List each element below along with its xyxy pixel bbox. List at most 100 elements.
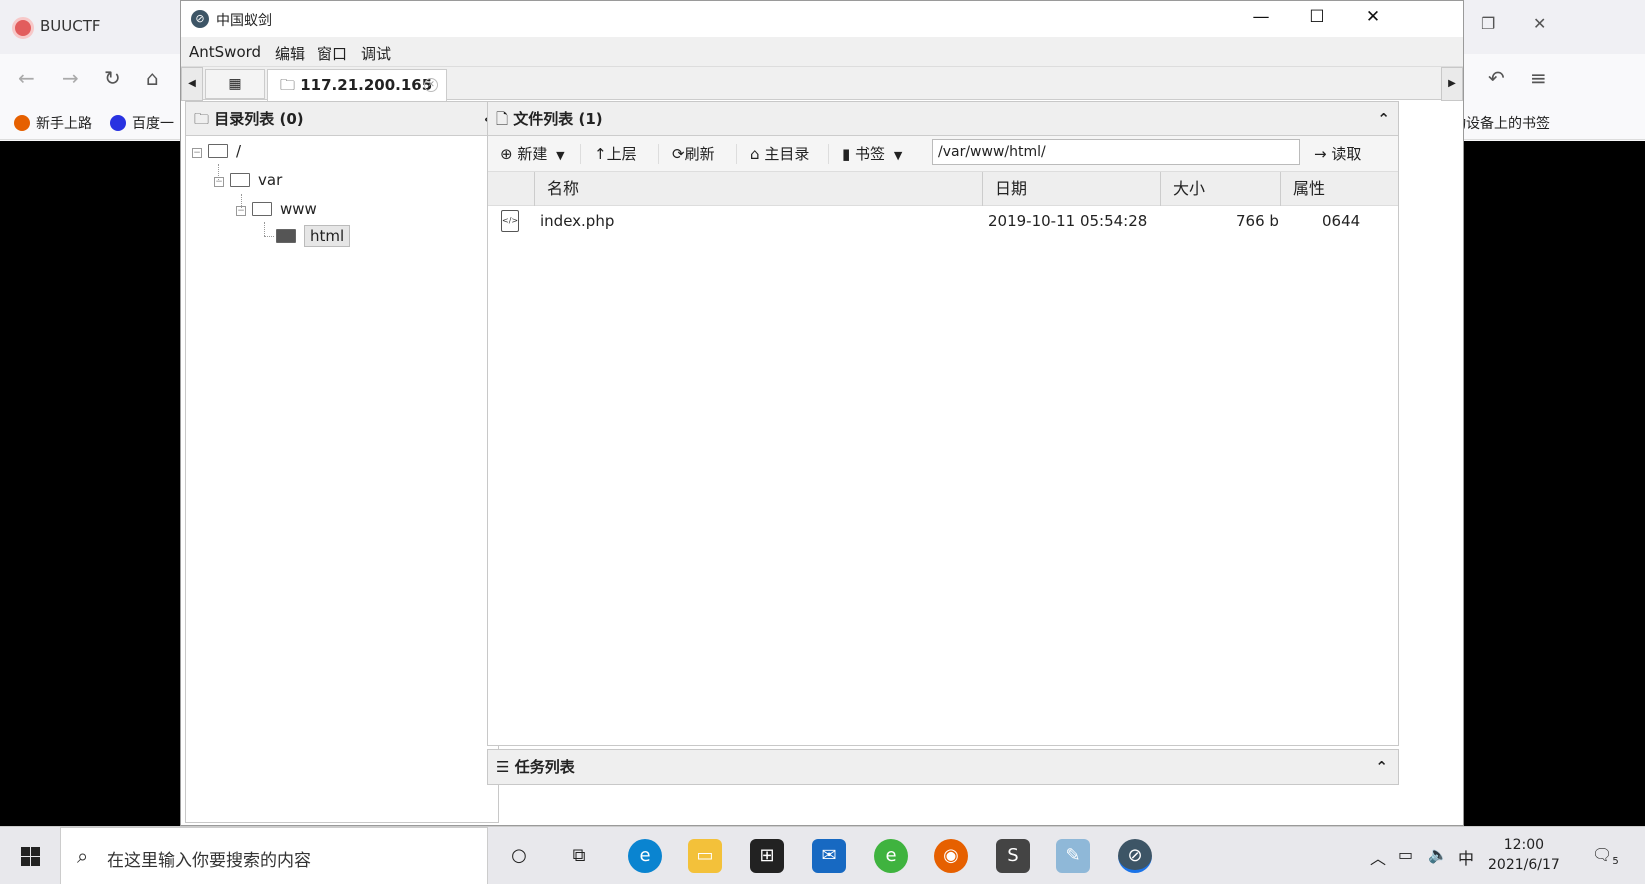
plus-circle-icon: ⊕ bbox=[500, 145, 513, 163]
maximize-button[interactable]: ☐ bbox=[1297, 7, 1337, 31]
search-icon: ⌕ bbox=[77, 844, 89, 868]
expand-up-icon[interactable]: ⌃ bbox=[1375, 750, 1388, 784]
home-dir-button[interactable]: ⌂ 主目录 bbox=[750, 143, 809, 164]
reload-icon[interactable]: ↻ bbox=[104, 66, 121, 90]
tree-node-label: www bbox=[280, 200, 317, 218]
refresh-button[interactable]: ⟳刷新 bbox=[672, 143, 715, 164]
menu-window[interactable]: 窗口 bbox=[317, 43, 347, 64]
file-icon: 🗋 bbox=[496, 110, 509, 128]
clock-time: 12:00 bbox=[1503, 837, 1545, 853]
collapse-node-icon[interactable]: − bbox=[192, 148, 202, 158]
folder-open-icon bbox=[276, 229, 296, 243]
tree-node-root[interactable]: − / bbox=[192, 142, 241, 160]
volume-icon[interactable]: 🔈 bbox=[1428, 845, 1448, 864]
bookmark-baidu[interactable]: 百度一 bbox=[110, 113, 174, 133]
home-dir-label: 主目录 bbox=[764, 145, 810, 163]
folder-icon bbox=[208, 144, 228, 158]
tab-strip: ◀ ▦ 🗀 117.21.200.165 ✕ ▶ bbox=[181, 66, 1463, 101]
start-button[interactable] bbox=[0, 827, 60, 884]
tab-host[interactable]: 🗀 117.21.200.165 ✕ bbox=[267, 69, 447, 101]
network-icon[interactable]: ▭ bbox=[1398, 845, 1413, 864]
task-panel-title: 任务列表 bbox=[514, 758, 575, 776]
file-attr: 0644 bbox=[1322, 212, 1361, 230]
read-button[interactable]: → 读取 bbox=[1314, 143, 1361, 164]
column-attr[interactable]: 属性 bbox=[1280, 172, 1398, 206]
close-icon[interactable]: ✕ bbox=[1533, 14, 1546, 33]
table-row[interactable]: </> index.php 2019-10-11 05:54:28 766 b … bbox=[488, 208, 1398, 238]
minimize-button[interactable]: — bbox=[1241, 7, 1281, 31]
restore-icon[interactable]: ❐ bbox=[1481, 14, 1495, 33]
clock-date: 2021/6/17 bbox=[1488, 857, 1560, 873]
up-button[interactable]: ↑上层 bbox=[594, 143, 637, 164]
path-input[interactable]: /var/www/html/ bbox=[932, 139, 1300, 165]
back-icon[interactable]: ← bbox=[18, 66, 35, 90]
forward-icon[interactable]: → bbox=[62, 66, 79, 90]
bookmark-button[interactable]: ▮ 书签 ▼ bbox=[842, 143, 902, 164]
folder-icon: 🗀 bbox=[280, 76, 296, 94]
file-toolbar: ⊕ 新建 ▼ ↑上层 ⟳刷新 ⌂ 主目录 ▮ 书签 ▼ /var/www/htm… bbox=[488, 136, 1398, 172]
collapse-node-icon[interactable]: − bbox=[236, 206, 246, 216]
taskbar-search[interactable]: ⌕ 在这里输入你要搜索的内容 bbox=[60, 827, 488, 884]
column-size[interactable]: 大小 bbox=[1160, 172, 1280, 206]
antsword-taskbar-icon[interactable]: ⊘ bbox=[1118, 839, 1152, 873]
windows-logo-icon bbox=[21, 847, 30, 856]
undo-icon[interactable]: ↶ bbox=[1488, 66, 1505, 90]
bookmark-label: 百度一 bbox=[132, 116, 174, 132]
bookmark-icon: ▮ bbox=[842, 145, 851, 163]
menu-edit[interactable]: 编辑 bbox=[275, 43, 305, 64]
collapse-up-icon[interactable]: ⌃ bbox=[1377, 102, 1390, 136]
directory-panel: 🗀 目录列表 (0) ‹ −/ − var − www html bbox=[185, 101, 499, 823]
edge-icon[interactable]: e bbox=[628, 839, 662, 873]
bookmark-label: 新手上路 bbox=[36, 116, 92, 132]
new-button[interactable]: ⊕ 新建 ▼ bbox=[500, 143, 565, 164]
refresh-label: 刷新 bbox=[684, 145, 715, 163]
tree-node-label: var bbox=[258, 171, 283, 189]
ie-browser-icon[interactable]: e bbox=[874, 839, 908, 873]
tray-expand-icon[interactable]: ︿ bbox=[1370, 845, 1386, 869]
ime-indicator[interactable]: 中 bbox=[1458, 845, 1474, 869]
column-date[interactable]: 日期 bbox=[982, 172, 1160, 206]
task-view-icon[interactable]: ⧉ bbox=[562, 839, 596, 873]
tree-node-var[interactable]: − var bbox=[214, 171, 282, 189]
tab-host-label: 117.21.200.165 bbox=[300, 76, 433, 94]
buuctf-logo-icon bbox=[12, 17, 34, 39]
menu-icon[interactable]: ≡ bbox=[1530, 66, 1547, 90]
read-label: 读取 bbox=[1331, 145, 1362, 163]
tree-node-html[interactable]: html bbox=[276, 225, 351, 247]
tree-node-www[interactable]: − www bbox=[236, 200, 317, 218]
tab-home[interactable]: ▦ bbox=[205, 69, 265, 99]
file-explorer-icon[interactable]: ▭ bbox=[688, 839, 722, 873]
arrow-right-icon: → bbox=[1314, 145, 1327, 163]
list-icon: ☰ bbox=[496, 758, 510, 776]
folder-icon bbox=[230, 173, 250, 187]
mail-icon[interactable]: ✉ bbox=[812, 839, 846, 873]
tab-scroll-left-icon[interactable]: ◀ bbox=[181, 67, 203, 101]
menu-bar: AntSword 编辑 窗口 调试 bbox=[181, 37, 1463, 66]
search-placeholder: 在这里输入你要搜索的内容 bbox=[107, 851, 311, 871]
notepad-icon[interactable]: ✎ bbox=[1056, 839, 1090, 873]
antsword-icon: ⊘ bbox=[191, 10, 209, 28]
file-size: 766 b bbox=[1236, 212, 1279, 230]
bookmark-newbie[interactable]: 新手上路 bbox=[14, 113, 92, 133]
firefox-tab-title[interactable]: BUUCTF bbox=[40, 17, 101, 35]
directory-panel-header: 🗀 目录列表 (0) ‹ bbox=[186, 102, 498, 136]
sublime-icon[interactable]: S bbox=[996, 839, 1030, 873]
firefox-taskbar-icon[interactable]: ◉ bbox=[934, 839, 968, 873]
firefox-icon bbox=[14, 115, 30, 131]
column-name[interactable]: 名称 bbox=[534, 172, 982, 206]
tab-scroll-right-icon[interactable]: ▶ bbox=[1441, 67, 1463, 101]
grid-icon: ▦ bbox=[228, 76, 242, 92]
menu-debug[interactable]: 调试 bbox=[361, 43, 391, 64]
bookmark-label: 书签 bbox=[855, 145, 886, 163]
store-icon[interactable]: ⊞ bbox=[750, 839, 784, 873]
clock[interactable]: 12:00 2021/6/17 bbox=[1488, 835, 1560, 875]
home-icon[interactable]: ⌂ bbox=[146, 66, 159, 90]
notification-icon[interactable]: 🗨5 bbox=[1592, 845, 1619, 867]
close-button[interactable]: ✕ bbox=[1353, 7, 1393, 31]
collapse-node-icon[interactable]: − bbox=[214, 177, 224, 187]
folder-icon bbox=[252, 202, 272, 216]
menu-antsword[interactable]: AntSword bbox=[189, 43, 261, 61]
cortana-icon[interactable]: ○ bbox=[502, 839, 536, 873]
file-panel: 🗋 文件列表 (1) ⌃ ⊕ 新建 ▼ ↑上层 ⟳刷新 ⌂ 主目录 ▮ 书签 ▼… bbox=[487, 101, 1399, 746]
close-tab-icon[interactable]: ✕ bbox=[424, 78, 438, 92]
